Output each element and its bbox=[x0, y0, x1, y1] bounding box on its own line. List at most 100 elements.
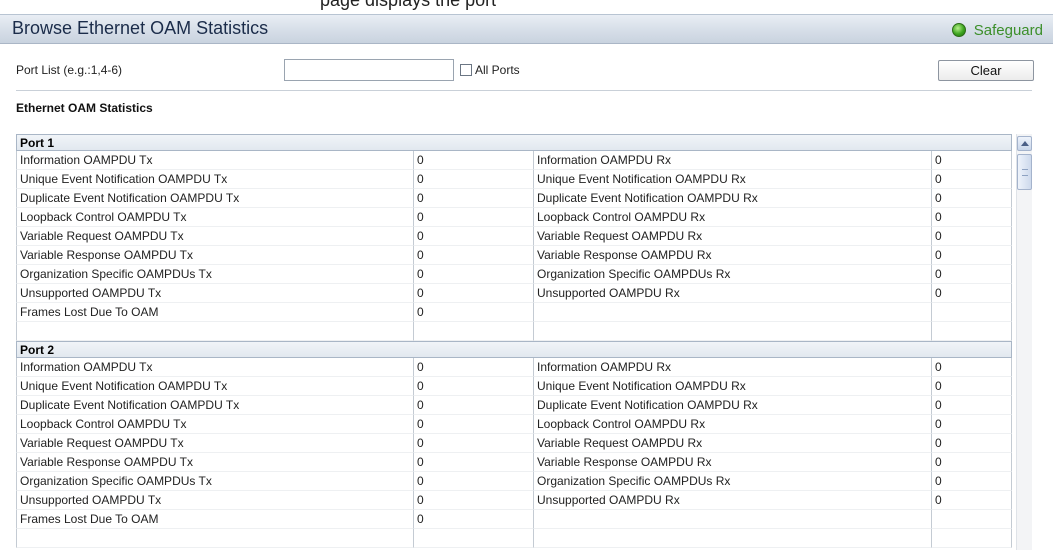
page-header: Browse Ethernet OAM Statistics Safeguard bbox=[0, 14, 1053, 44]
port-block: Port 2 Information OAMPDU Tx 0 Information … bbox=[16, 341, 1012, 548]
table-row: Unsupported OAMPDU Tx 0 Unsupported OAMPDU… bbox=[16, 491, 1012, 510]
rx-counter-value: 0 bbox=[932, 227, 1012, 246]
tx-counter-value: 0 bbox=[414, 396, 534, 415]
tx-counter-value bbox=[414, 322, 534, 341]
tx-counter-label: Loopback Control OAMPDU Tx bbox=[16, 208, 414, 227]
rx-counter-label: Variable Response OAMPDU Rx bbox=[534, 246, 932, 265]
rx-counter-label: Duplicate Event Notification OAMPDU Rx bbox=[534, 189, 932, 208]
tx-counter-label: Frames Lost Due To OAM bbox=[16, 510, 414, 529]
tx-counter-label: Variable Response OAMPDU Tx bbox=[16, 246, 414, 265]
port-block: Port 1 Information OAMPDU Tx 0 Information … bbox=[16, 134, 1012, 341]
tx-counter-value: 0 bbox=[414, 510, 534, 529]
table-row: Information OAMPDU Tx 0 Information OAMPDU… bbox=[16, 358, 1012, 377]
table-row: Information OAMPDU Tx 0 Information OAMPDU… bbox=[16, 151, 1012, 170]
rx-counter-label: Variable Response OAMPDU Rx bbox=[534, 453, 932, 472]
table-row: Unique Event Notification OAMPDU Tx 0 Uniq… bbox=[16, 377, 1012, 396]
rx-counter-value: 0 bbox=[932, 284, 1012, 303]
port-header: Port 2 bbox=[16, 341, 1012, 358]
table-row: Variable Response OAMPDU Tx 0 Variable Res… bbox=[16, 453, 1012, 472]
tx-counter-value bbox=[414, 529, 534, 548]
rx-counter-label: Unsupported OAMPDU Rx bbox=[534, 284, 932, 303]
safeguard-label: Safeguard bbox=[973, 21, 1043, 39]
port-filter-form: Port List (e.g.:1,4-6) All Ports Clear bbox=[0, 44, 1053, 90]
tx-counter-value: 0 bbox=[414, 358, 534, 377]
tx-counter-value: 0 bbox=[414, 227, 534, 246]
tx-counter-value: 0 bbox=[414, 415, 534, 434]
rx-counter-value: 0 bbox=[932, 434, 1012, 453]
tx-counter-value: 0 bbox=[414, 151, 534, 170]
rx-counter-value: 0 bbox=[932, 396, 1012, 415]
rx-counter-value: 0 bbox=[932, 151, 1012, 170]
rx-counter-value: 0 bbox=[932, 208, 1012, 227]
tx-counter-label: Unsupported OAMPDU Tx bbox=[16, 491, 414, 510]
rx-counter-label: Duplicate Event Notification OAMPDU Rx bbox=[534, 396, 932, 415]
form-divider bbox=[16, 90, 1032, 91]
table-row: Organization Specific OAMPDUs Tx 0 Organiz… bbox=[16, 265, 1012, 284]
tx-counter-label: Frames Lost Due To OAM bbox=[16, 303, 414, 322]
port-list-label: Port List (e.g.:1,4-6) bbox=[16, 63, 123, 77]
table-row bbox=[16, 322, 1012, 341]
tx-counter-label: Organization Specific OAMPDUs Tx bbox=[16, 472, 414, 491]
rx-counter-label: Organization Specific OAMPDUs Rx bbox=[534, 265, 932, 284]
tx-counter-label: Variable Request OAMPDU Tx bbox=[16, 434, 414, 453]
tx-counter-value: 0 bbox=[414, 453, 534, 472]
rx-counter-value: 0 bbox=[932, 265, 1012, 284]
all-ports-option[interactable]: All Ports bbox=[460, 63, 520, 77]
scroll-up-icon[interactable] bbox=[1017, 136, 1032, 151]
rx-counter-value: 0 bbox=[932, 170, 1012, 189]
tx-counter-value: 0 bbox=[414, 208, 534, 227]
rx-counter-label bbox=[534, 529, 932, 548]
scroll-thumb[interactable] bbox=[1017, 154, 1032, 190]
table-row: Loopback Control OAMPDU Tx 0 Loopback Cont… bbox=[16, 415, 1012, 434]
tx-counter-label: Organization Specific OAMPDUs Tx bbox=[16, 265, 414, 284]
rx-counter-label: Variable Request OAMPDU Rx bbox=[534, 434, 932, 453]
all-ports-label[interactable]: All Ports bbox=[475, 63, 520, 77]
tx-counter-label: Loopback Control OAMPDU Tx bbox=[16, 415, 414, 434]
tx-counter-label: Information OAMPDU Tx bbox=[16, 151, 414, 170]
rx-counter-value: 0 bbox=[932, 377, 1012, 396]
oam-statistics-table: Port 1 Information OAMPDU Tx 0 Information … bbox=[16, 134, 1012, 548]
rx-counter-label: Organization Specific OAMPDUs Rx bbox=[534, 472, 932, 491]
stats-scroll-area[interactable]: Port 1 Information OAMPDU Tx 0 Information … bbox=[16, 134, 1032, 550]
table-row: Duplicate Event Notification OAMPDU Tx 0 D… bbox=[16, 189, 1012, 208]
top-clipped-text-strip: page displays the port bbox=[0, 0, 1053, 14]
all-ports-checkbox[interactable] bbox=[460, 64, 472, 76]
tx-counter-value: 0 bbox=[414, 303, 534, 322]
section-title: Ethernet OAM Statistics bbox=[16, 101, 153, 115]
table-row: Duplicate Event Notification OAMPDU Tx 0 D… bbox=[16, 396, 1012, 415]
tx-counter-value: 0 bbox=[414, 170, 534, 189]
rx-counter-label: Loopback Control OAMPDU Rx bbox=[534, 415, 932, 434]
clear-button[interactable]: Clear bbox=[938, 60, 1034, 81]
tx-counter-value: 0 bbox=[414, 491, 534, 510]
tx-counter-value: 0 bbox=[414, 377, 534, 396]
table-row: Frames Lost Due To OAM 0 bbox=[16, 303, 1012, 322]
tx-counter-value: 0 bbox=[414, 472, 534, 491]
tx-counter-label: Unique Event Notification OAMPDU Tx bbox=[16, 170, 414, 189]
rx-counter-value: 0 bbox=[932, 189, 1012, 208]
port-list-input[interactable] bbox=[284, 59, 454, 81]
table-row: Unique Event Notification OAMPDU Tx 0 Uniq… bbox=[16, 170, 1012, 189]
rx-counter-label: Loopback Control OAMPDU Rx bbox=[534, 208, 932, 227]
rx-counter-value bbox=[932, 303, 1012, 322]
rx-counter-label: Information OAMPDU Rx bbox=[534, 358, 932, 377]
tx-counter-label bbox=[16, 322, 414, 341]
vertical-scrollbar[interactable] bbox=[1016, 134, 1032, 550]
rx-counter-label bbox=[534, 303, 932, 322]
rx-counter-label bbox=[534, 510, 932, 529]
tx-counter-label: Duplicate Event Notification OAMPDU Tx bbox=[16, 396, 414, 415]
tx-counter-label bbox=[16, 529, 414, 548]
rx-counter-value: 0 bbox=[932, 358, 1012, 377]
rx-counter-value: 0 bbox=[932, 472, 1012, 491]
tx-counter-value: 0 bbox=[414, 265, 534, 284]
rx-counter-label: Variable Request OAMPDU Rx bbox=[534, 227, 932, 246]
clipped-description-text: page displays the port bbox=[320, 0, 497, 10]
tx-counter-label: Unique Event Notification OAMPDU Tx bbox=[16, 377, 414, 396]
tx-counter-value: 0 bbox=[414, 189, 534, 208]
page-title: Browse Ethernet OAM Statistics bbox=[12, 18, 269, 38]
table-row: Unsupported OAMPDU Tx 0 Unsupported OAMPDU… bbox=[16, 284, 1012, 303]
table-row: Loopback Control OAMPDU Tx 0 Loopback Cont… bbox=[16, 208, 1012, 227]
rx-counter-label: Unique Event Notification OAMPDU Rx bbox=[534, 170, 932, 189]
table-row: Frames Lost Due To OAM 0 bbox=[16, 510, 1012, 529]
rx-counter-value bbox=[932, 322, 1012, 341]
tx-counter-value: 0 bbox=[414, 434, 534, 453]
